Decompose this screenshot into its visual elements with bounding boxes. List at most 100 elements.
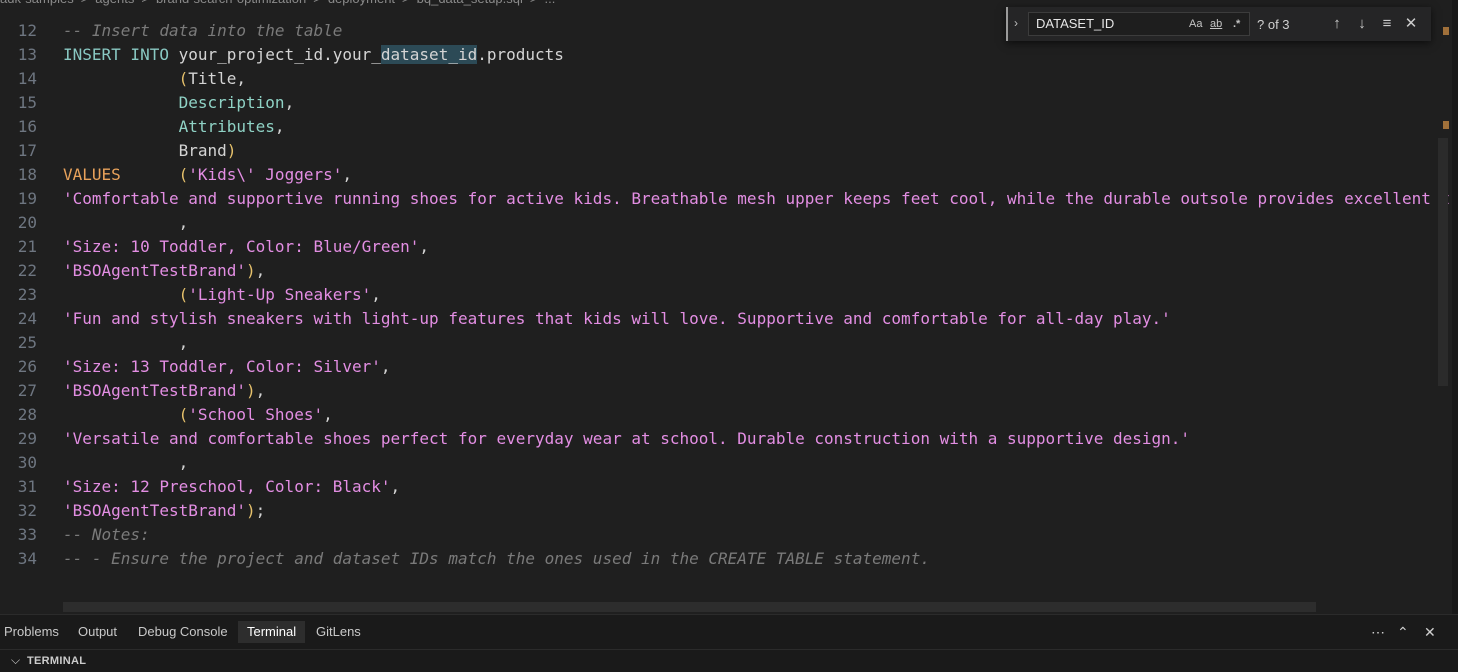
line-number: 13 xyxy=(17,45,37,64)
line-number: 31 xyxy=(17,477,37,496)
next-match-arrow-down-icon[interactable]: ↓ xyxy=(1353,15,1371,33)
code-token: ( xyxy=(178,405,189,424)
code-text: 'BSOAgentTestBrand'), xyxy=(63,259,265,283)
code-text: 'Size: 13 Toddler, Color: Silver', xyxy=(63,355,391,379)
line-number: 21 xyxy=(17,237,37,256)
code-text: INSERT INTO your_project_id.your_dataset… xyxy=(63,43,564,67)
code-token: ) xyxy=(246,261,256,280)
line-number: 32 xyxy=(17,501,37,520)
editor-right-edge xyxy=(1452,0,1458,614)
code-token: 'Size: 12 Preschool, Color: Black' xyxy=(63,477,391,496)
breadcrumb-item[interactable]: ... xyxy=(545,0,556,6)
previous-match-arrow-up-icon[interactable]: ↑ xyxy=(1328,15,1346,33)
code-token: -- Insert data into the table xyxy=(63,21,343,40)
code-text: 'Size: 12 Preschool, Color: Black', xyxy=(63,475,400,499)
code-text: -- - Ensure the project and dataset IDs … xyxy=(63,547,930,571)
tab-gitlens[interactable]: GitLens xyxy=(316,623,361,641)
code-token: , xyxy=(323,405,333,424)
match-case-icon[interactable]: Aa xyxy=(1189,18,1202,30)
breadcrumb: adk-samples>agents>brand-search-optimiza… xyxy=(0,0,555,7)
more-actions-icon[interactable]: ⋯ xyxy=(1371,624,1385,641)
line-number: 24 xyxy=(17,309,37,328)
code-token: Description xyxy=(178,93,285,112)
code-token: ) xyxy=(226,141,237,160)
code-text: , xyxy=(63,211,189,235)
line-number: 15 xyxy=(17,93,37,112)
maximize-panel-chevron-up-icon[interactable]: ⌃ xyxy=(1397,624,1409,641)
vertical-scrollbar[interactable] xyxy=(1438,138,1448,386)
code-token: ) xyxy=(246,501,256,520)
code-text: -- Insert data into the table xyxy=(63,19,342,43)
terminal-section-title: TERMINAL xyxy=(27,655,87,667)
breadcrumb-separator: > xyxy=(306,0,328,6)
code-token: 'Size: 10 Toddler, Color: Blue/Green' xyxy=(63,237,420,256)
code-token: , xyxy=(371,285,381,304)
close-icon[interactable]: ✕ xyxy=(1402,15,1420,33)
breadcrumb-item[interactable]: bq_data_setup.sql xyxy=(417,0,523,6)
breadcrumb-item[interactable]: brand-search-optimization xyxy=(156,0,306,6)
find-widget: › DATASET_ID Aa ab .* ? of 3 ↑ ↓ ≡ ✕ xyxy=(1006,7,1431,41)
code-token: 'School Shoes' xyxy=(188,405,324,424)
close-panel-icon[interactable]: ✕ xyxy=(1424,624,1436,641)
code-token: Brand xyxy=(178,141,227,160)
code-text: 'BSOAgentTestBrand'), xyxy=(63,379,265,403)
code-token: your_project_id.your_ xyxy=(178,45,381,64)
line-number: 14 xyxy=(17,69,37,88)
code-token: , xyxy=(255,261,266,280)
code-token: 'BSOAgentTestBrand' xyxy=(63,381,247,400)
code-token: , xyxy=(63,333,189,352)
overview-ruler-mark xyxy=(1443,27,1449,35)
line-number: 16 xyxy=(17,117,37,136)
line-number: 25 xyxy=(17,333,37,352)
code-token: 'Versatile and comfortable shoes perfect… xyxy=(63,429,1191,448)
code-text: 'Size: 10 Toddler, Color: Blue/Green', xyxy=(63,235,429,259)
code-token: , xyxy=(274,117,285,136)
whole-word-icon[interactable]: ab xyxy=(1210,18,1222,30)
tab-terminal[interactable]: Terminal xyxy=(238,621,306,643)
code-editor[interactable]: 12 -- Insert data into the table 13 INSERT … xyxy=(0,7,1452,607)
code-text: 'Comfortable and supportive running shoe… xyxy=(63,187,1450,211)
code-text: , xyxy=(63,331,189,355)
code-token: 'Light-Up Sneakers' xyxy=(188,285,372,304)
line-number: 30 xyxy=(17,453,37,472)
code-token: , xyxy=(342,165,352,184)
line-number: 20 xyxy=(17,213,37,232)
code-text: , xyxy=(63,451,189,475)
code-text: 'BSOAgentTestBrand'); xyxy=(63,499,265,523)
breadcrumb-separator: > xyxy=(74,0,96,6)
breadcrumb-item[interactable]: agents xyxy=(95,0,134,6)
code-token: 'BSOAgentTestBrand' xyxy=(63,261,247,280)
tab-output[interactable]: Output xyxy=(78,623,117,641)
code-text: VALUES ('Kids\' Joggers', xyxy=(63,163,352,187)
regex-icon[interactable]: .* xyxy=(1233,18,1240,30)
code-token: ( xyxy=(178,69,189,88)
line-number: 23 xyxy=(17,285,37,304)
code-token: , xyxy=(419,237,430,256)
code-token: ( xyxy=(178,285,189,304)
code-token: , xyxy=(63,213,189,232)
code-text: Description, xyxy=(63,91,295,115)
code-token: .products xyxy=(477,45,564,64)
line-number: 28 xyxy=(17,405,37,424)
horizontal-scrollbar[interactable] xyxy=(63,602,1316,612)
breadcrumb-item[interactable]: deployment xyxy=(328,0,395,6)
breadcrumb-separator: > xyxy=(395,0,417,6)
chevron-down-icon: ⌵ xyxy=(11,653,21,667)
line-number: 19 xyxy=(17,189,37,208)
breadcrumb-separator: > xyxy=(134,0,156,6)
terminal-section-header[interactable]: ⌵ TERMINAL xyxy=(0,649,1458,672)
toggle-replace-chevron-icon[interactable]: › xyxy=(1014,16,1018,30)
code-token: Attributes xyxy=(178,117,275,136)
tab-problems[interactable]: Problems xyxy=(4,623,59,641)
code-token: ; xyxy=(255,501,266,520)
tab-debug-console[interactable]: Debug Console xyxy=(138,623,228,641)
find-in-selection-icon[interactable]: ≡ xyxy=(1378,15,1396,33)
line-number: 22 xyxy=(17,261,37,280)
code-token: INSERT INTO xyxy=(63,45,179,64)
code-token: , xyxy=(390,477,401,496)
line-number: 27 xyxy=(17,381,37,400)
breadcrumb-item[interactable]: adk-samples xyxy=(0,0,74,6)
